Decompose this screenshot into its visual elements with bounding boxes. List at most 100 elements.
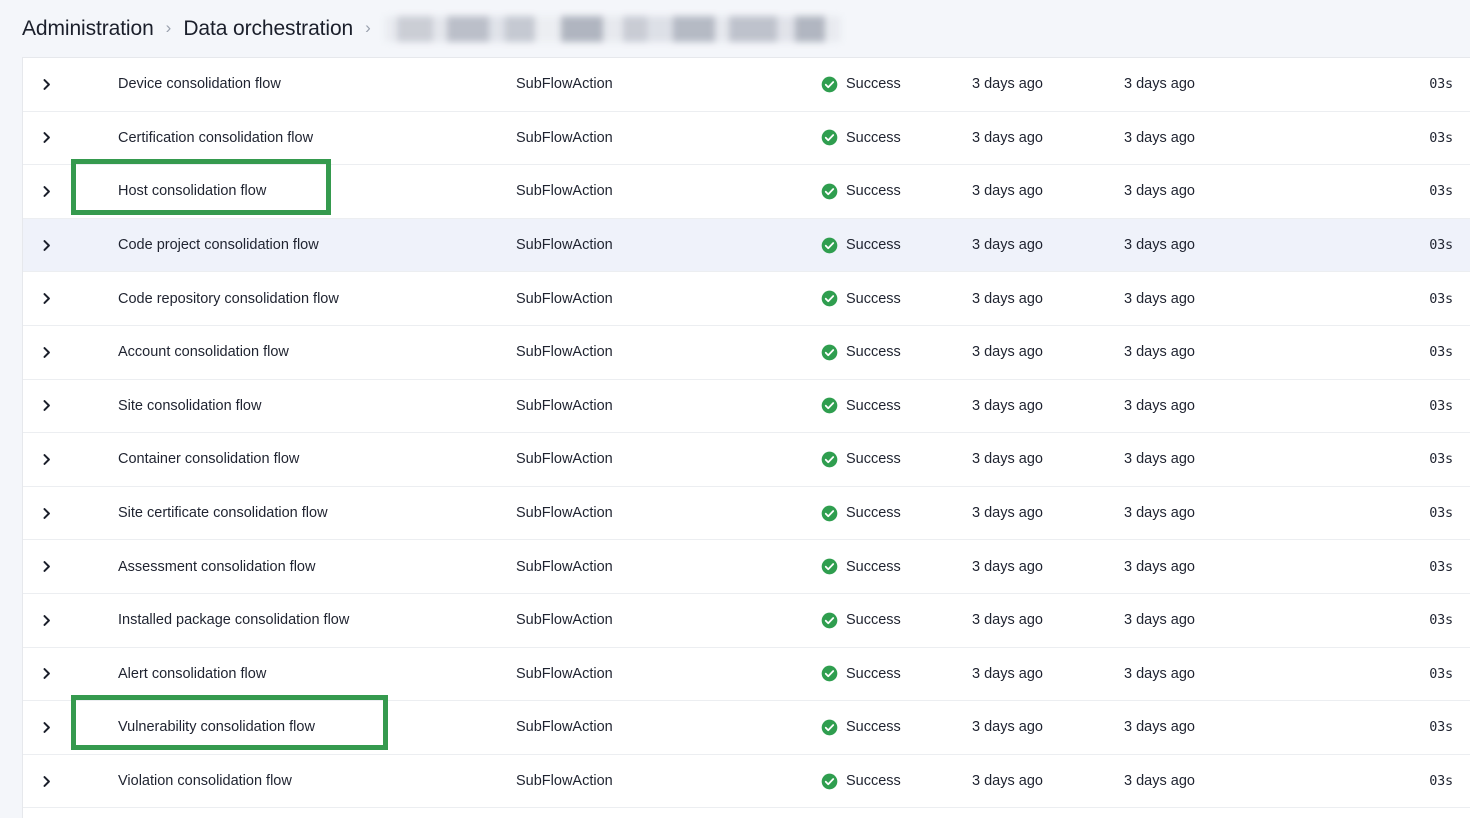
- ended-at: 3 days ago: [1124, 505, 1195, 522]
- status-label: Success: [846, 773, 901, 790]
- expand-row-button[interactable]: [23, 507, 70, 520]
- table-row[interactable]: Certification consolidation flow SubFlowA…: [23, 111, 1470, 166]
- started-at: 3 days ago: [972, 612, 1043, 629]
- chevron-right-icon: [40, 453, 53, 466]
- chevron-right-icon: [40, 507, 53, 520]
- chevron-right-icon: [40, 185, 53, 198]
- status-badge: Success: [821, 129, 972, 146]
- flow-name: Violation consolidation flow: [118, 773, 292, 790]
- status-label: Success: [846, 665, 901, 682]
- check-circle-icon: [821, 451, 838, 468]
- expand-row-button[interactable]: [23, 78, 70, 91]
- started-at: 3 days ago: [972, 397, 1043, 414]
- expand-row-button[interactable]: [23, 292, 70, 305]
- status-label: Success: [846, 451, 901, 468]
- table-row[interactable]: Site certificate consolidation flow SubFl…: [23, 486, 1470, 541]
- duration: 03s: [1429, 237, 1453, 254]
- duration: 03s: [1429, 451, 1453, 468]
- started-at: 3 days ago: [972, 76, 1043, 93]
- flow-name: Vulnerability consolidation flow: [118, 719, 315, 736]
- duration: 03s: [1429, 558, 1453, 575]
- check-circle-icon: [821, 558, 838, 575]
- flow-type: SubFlowAction: [516, 397, 613, 414]
- table-row[interactable]: Host consolidation flow SubFlowAction Succ…: [23, 159, 1470, 219]
- flow-type: SubFlowAction: [516, 290, 613, 307]
- expand-row-button[interactable]: [23, 399, 70, 412]
- started-at: 3 days ago: [972, 183, 1043, 200]
- chevron-right-icon: [40, 614, 53, 627]
- table-row[interactable]: Account consolidation flow SubFlowAction S…: [23, 325, 1470, 380]
- flow-type: SubFlowAction: [516, 129, 613, 146]
- ended-at: 3 days ago: [1124, 183, 1195, 200]
- flow-type: SubFlowAction: [516, 237, 613, 254]
- flow-runs-table: Device consolidation flow SubFlowAction Su…: [22, 57, 1470, 818]
- duration: 03s: [1429, 773, 1453, 790]
- expand-row-button[interactable]: [23, 560, 70, 573]
- breadcrumb: Administration › Data orchestration ›: [0, 0, 1470, 57]
- check-circle-icon: [821, 76, 838, 93]
- duration: 03s: [1429, 76, 1453, 93]
- table-row[interactable]: Installed package consolidation flow SubF…: [23, 593, 1470, 648]
- ended-at: 3 days ago: [1124, 397, 1195, 414]
- expand-row-button[interactable]: [23, 721, 70, 734]
- flow-name: Device consolidation flow: [118, 76, 281, 93]
- status-badge: Success: [821, 665, 972, 682]
- check-circle-icon: [821, 612, 838, 629]
- status-label: Success: [846, 558, 901, 575]
- chevron-right-icon: [40, 131, 53, 144]
- started-at: 3 days ago: [972, 451, 1043, 468]
- expand-row-button[interactable]: [23, 346, 70, 359]
- chevron-right-icon: [40, 239, 53, 252]
- flow-name: Alert consolidation flow: [118, 665, 267, 682]
- table-row[interactable]: Container consolidation flow SubFlowActio…: [23, 433, 1470, 487]
- flow-type: SubFlowAction: [516, 505, 613, 522]
- expand-row-button[interactable]: [23, 775, 70, 788]
- status-badge: Success: [821, 237, 972, 254]
- duration: 03s: [1429, 612, 1453, 629]
- table-row[interactable]: Site consolidation flow SubFlowAction Succ…: [23, 379, 1470, 434]
- table-row[interactable]: Assessment consolidation flow SubFlowActi…: [23, 540, 1470, 594]
- expand-row-button[interactable]: [23, 453, 70, 466]
- breadcrumb-separator-icon: ›: [165, 18, 172, 37]
- expand-row-button[interactable]: [23, 667, 70, 680]
- status-badge: Success: [821, 558, 972, 575]
- check-circle-icon: [821, 183, 838, 200]
- table-row[interactable]: Vulnerability consolidation flow SubFlowA…: [23, 695, 1470, 755]
- started-at: 3 days ago: [972, 558, 1043, 575]
- started-at: 3 days ago: [972, 665, 1043, 682]
- status-label: Success: [846, 76, 901, 93]
- duration: 03s: [1429, 129, 1453, 146]
- ended-at: 3 days ago: [1124, 76, 1195, 93]
- duration: 03s: [1429, 183, 1453, 200]
- breadcrumb-item-administration[interactable]: Administration: [22, 17, 154, 41]
- status-label: Success: [846, 344, 901, 361]
- expand-row-button[interactable]: [23, 614, 70, 627]
- table-row[interactable]: Violation consolidation flow SubFlowActio…: [23, 754, 1470, 809]
- expand-row-button[interactable]: [23, 239, 70, 252]
- status-badge: Success: [821, 76, 972, 93]
- flow-name: Code repository consolidation flow: [118, 290, 339, 307]
- breadcrumb-item-redacted: [384, 15, 841, 42]
- flow-type: SubFlowAction: [516, 183, 613, 200]
- flow-name: Site certificate consolidation flow: [118, 505, 328, 522]
- breadcrumb-item-data-orchestration[interactable]: Data orchestration: [183, 17, 353, 41]
- duration: 03s: [1429, 665, 1453, 682]
- flow-type: SubFlowAction: [516, 451, 613, 468]
- status-label: Success: [846, 183, 901, 200]
- ended-at: 3 days ago: [1124, 665, 1195, 682]
- flow-type: SubFlowAction: [516, 665, 613, 682]
- started-at: 3 days ago: [972, 129, 1043, 146]
- expand-row-button[interactable]: [23, 131, 70, 144]
- expand-row-button[interactable]: [23, 185, 70, 198]
- flow-name: Host consolidation flow: [118, 183, 267, 200]
- status-badge: Success: [821, 451, 972, 468]
- check-circle-icon: [821, 719, 838, 736]
- table-row[interactable]: Device consolidation flow SubFlowAction Su…: [23, 58, 1470, 112]
- status-badge: Success: [821, 612, 972, 629]
- chevron-right-icon: [40, 667, 53, 680]
- table-row[interactable]: Code repository consolidation flow SubFlo…: [23, 272, 1470, 326]
- table-row[interactable]: Alert consolidation flow SubFlowAction Suc…: [23, 647, 1470, 702]
- table-row[interactable]: Code project consolidation flow SubFlowAc…: [23, 218, 1470, 273]
- chevron-right-icon: [40, 560, 53, 573]
- status-badge: Success: [821, 719, 972, 736]
